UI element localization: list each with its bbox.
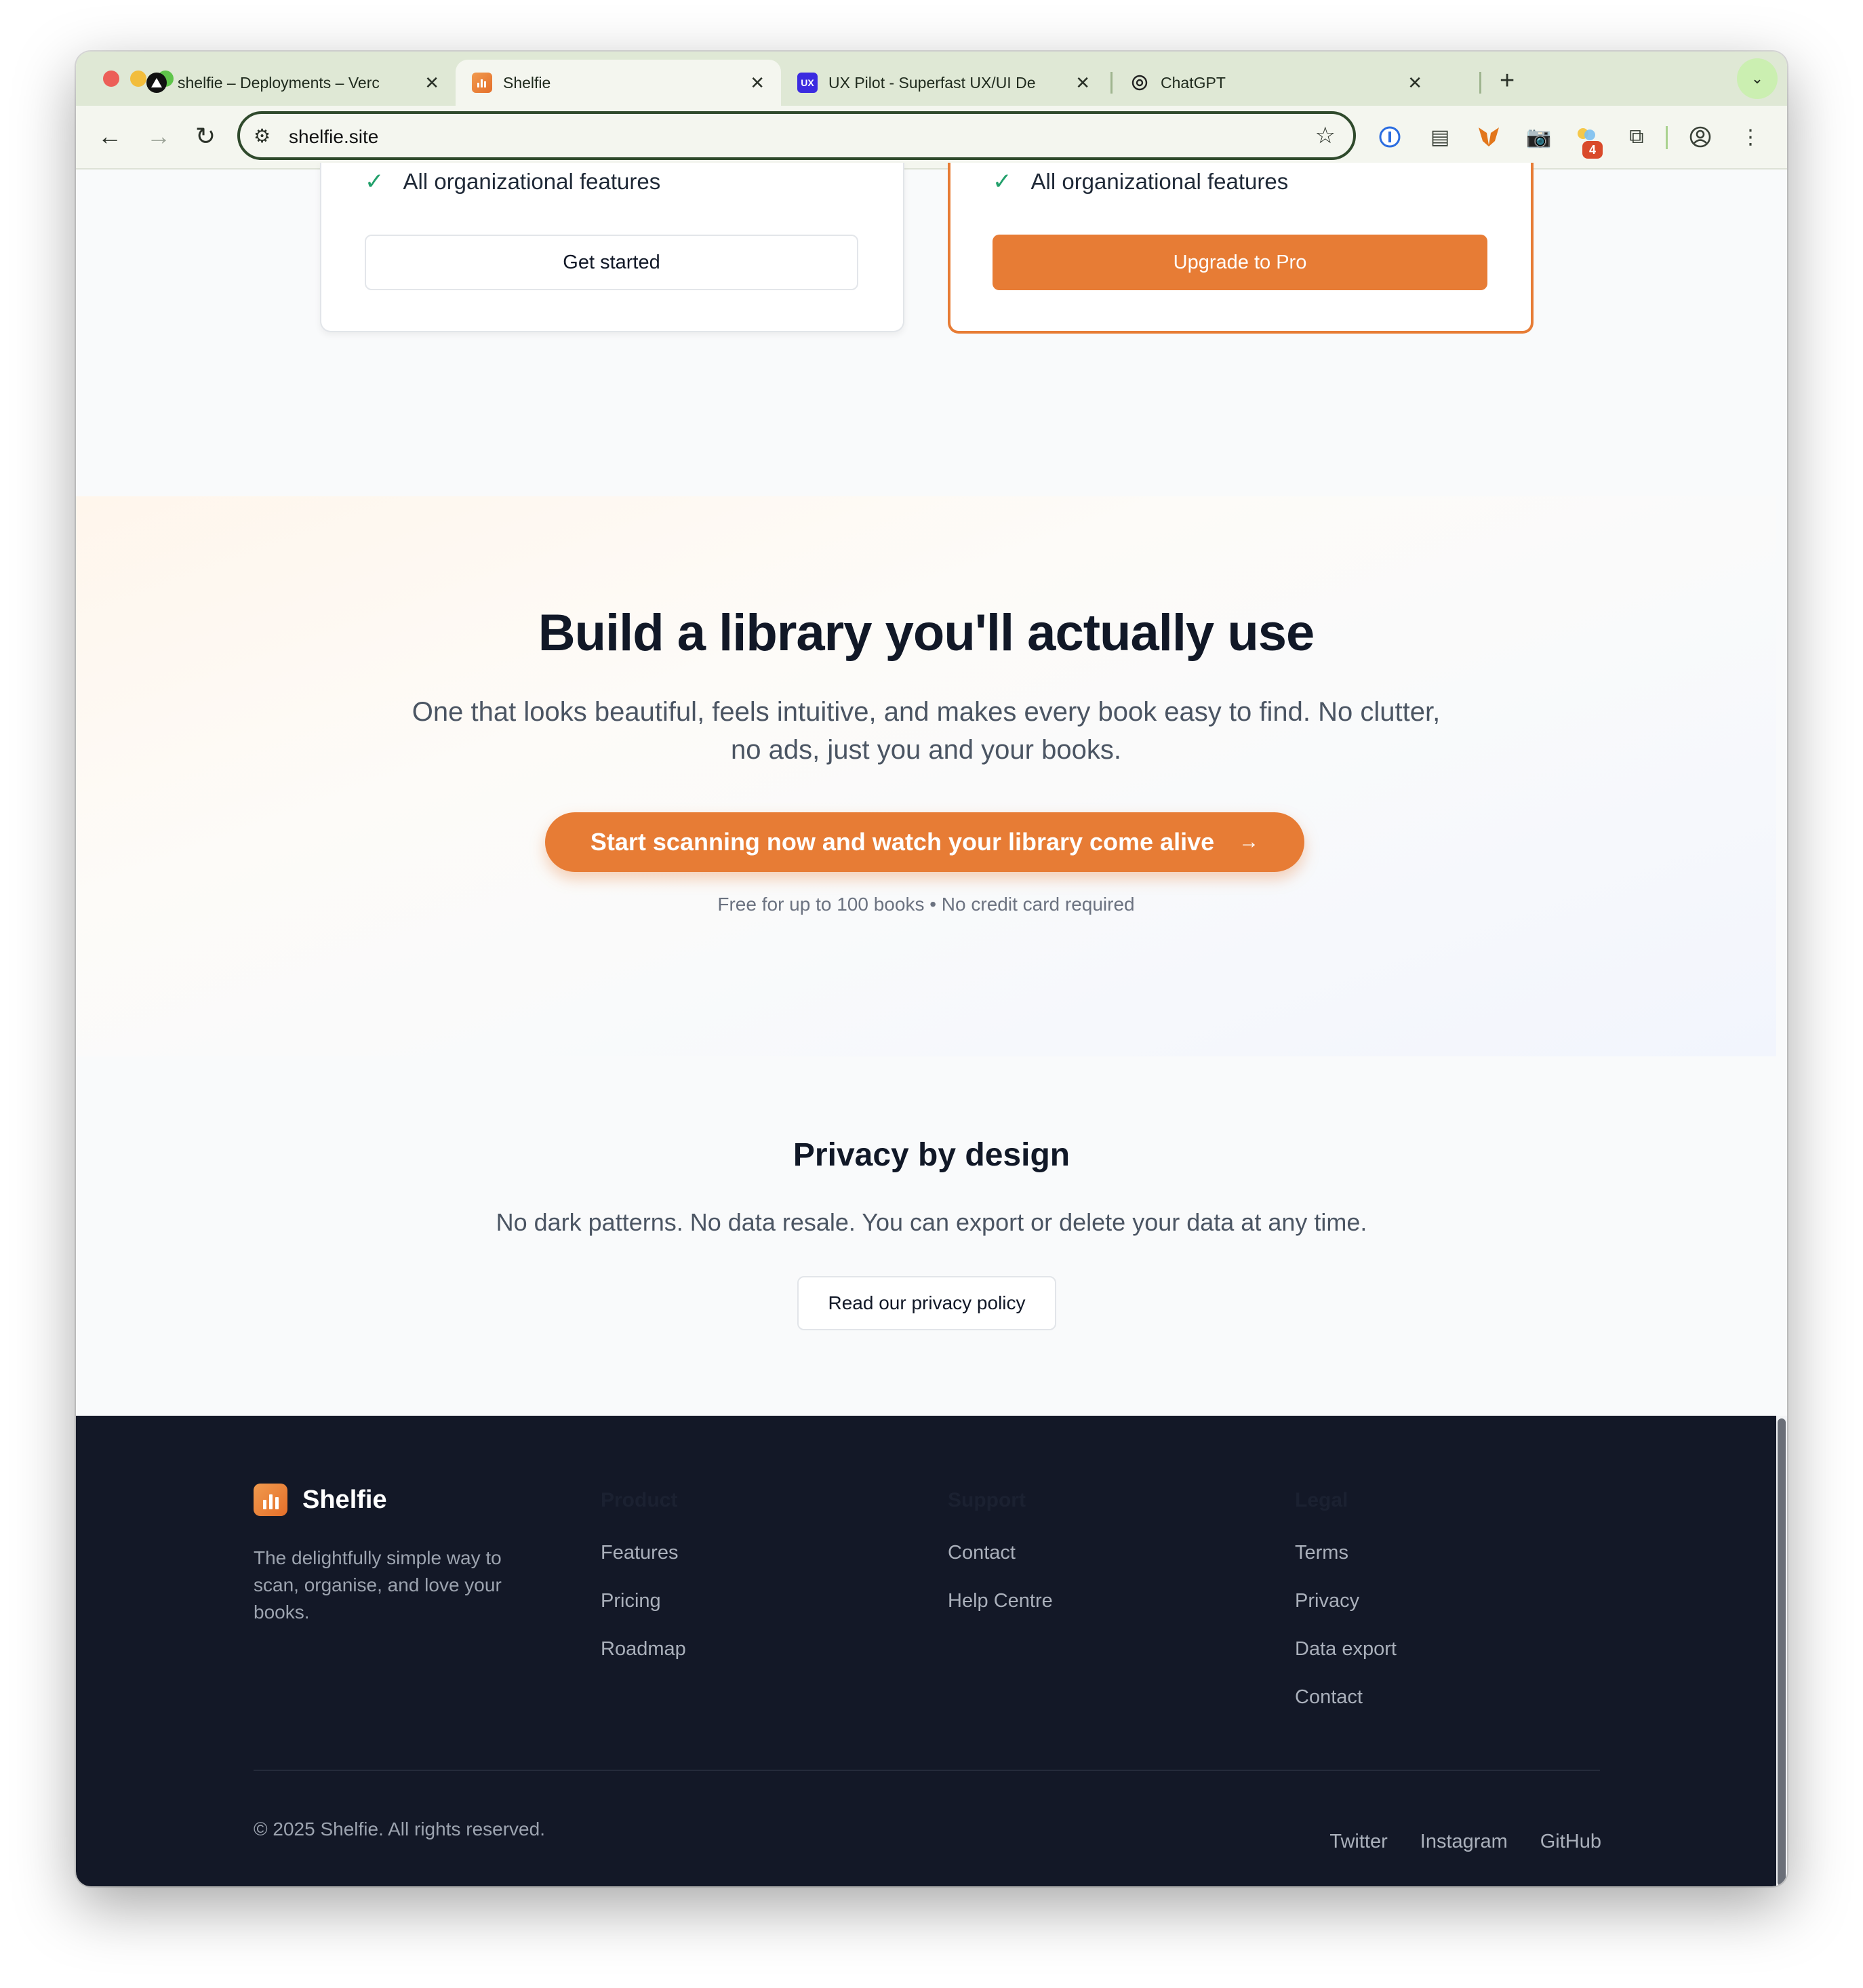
- site-settings-icon[interactable]: ⚙: [254, 125, 271, 147]
- pricing-card-free: ✓ All organizational features Get starte…: [320, 163, 904, 332]
- footer-heading: Product: [601, 1489, 678, 1511]
- url-text: shelfie.site: [289, 126, 379, 147]
- camera-icon[interactable]: 📷: [1526, 125, 1551, 149]
- footer-link-features[interactable]: Features: [601, 1542, 686, 1564]
- pricing-card-pro: ✓ All organizational features Upgrade to…: [948, 163, 1534, 334]
- footer-heading: Legal: [1295, 1489, 1348, 1511]
- close-icon[interactable]: ✕: [1075, 73, 1090, 94]
- check-icon: ✓: [993, 169, 1012, 195]
- arrow-right-icon: →: [1239, 831, 1260, 853]
- shelfie-logo-icon: [254, 1484, 287, 1516]
- tab-shelfie[interactable]: Shelfie ✕: [456, 60, 781, 106]
- footer-link-legal-contact[interactable]: Contact: [1295, 1686, 1397, 1709]
- profile-icon[interactable]: [1688, 125, 1712, 149]
- feature-row: ✓ All organizational features: [365, 168, 660, 195]
- browser-menu-icon[interactable]: ⋮: [1738, 125, 1763, 149]
- toolbar-separator: [1666, 126, 1668, 149]
- footer-link-data-export[interactable]: Data export: [1295, 1638, 1397, 1661]
- tab-separator: [1479, 72, 1481, 94]
- social-links: Twitter Instagram GitHub: [1329, 1831, 1601, 1853]
- reader-icon[interactable]: ▤: [1428, 125, 1452, 149]
- privacy-policy-button[interactable]: Read our privacy policy: [797, 1276, 1056, 1330]
- get-started-button[interactable]: Get started: [365, 235, 858, 290]
- shelfie-icon: [472, 73, 492, 93]
- scrollbar-thumb[interactable]: [1778, 1418, 1786, 1886]
- close-icon[interactable]: ✕: [750, 73, 765, 94]
- site-footer: Shelfie The delightfully simple way to s…: [76, 1416, 1776, 1886]
- feature-row: ✓ All organizational features: [993, 168, 1288, 195]
- social-link-instagram[interactable]: Instagram: [1420, 1831, 1508, 1853]
- footer-divider: [254, 1770, 1600, 1771]
- copyright-text: © 2025 Shelfie. All rights reserved.: [254, 1818, 545, 1840]
- close-window-button[interactable]: [103, 71, 119, 87]
- page-content: ✓ All organizational features Get starte…: [76, 163, 1787, 1886]
- close-icon[interactable]: ✕: [424, 73, 439, 94]
- browser-window: shelfie – Deployments – Verc ✕ Shelfie ✕…: [76, 52, 1787, 1886]
- tab-title: shelfie – Deployments – Verc: [178, 73, 380, 92]
- footer-brand: Shelfie: [302, 1485, 387, 1514]
- footer-link-pricing[interactable]: Pricing: [601, 1590, 686, 1612]
- footer-column-product: Product Features Pricing Roadmap: [601, 1489, 686, 1686]
- check-icon: ✓: [365, 169, 384, 195]
- ux-pilot-icon: UX: [797, 73, 818, 93]
- tab-search-button[interactable]: ⌄: [1737, 58, 1778, 99]
- tab-chatgpt[interactable]: ChatGPT ✕: [1113, 60, 1439, 106]
- social-link-twitter[interactable]: Twitter: [1329, 1831, 1387, 1853]
- close-icon[interactable]: ✕: [1407, 73, 1422, 94]
- new-tab-button[interactable]: +: [1500, 66, 1515, 96]
- cta-subtitle: One that looks beautiful, feels intuitiv…: [412, 697, 1441, 765]
- start-scanning-button[interactable]: Start scanning now and watch your librar…: [545, 812, 1304, 872]
- footer-link-privacy[interactable]: Privacy: [1295, 1590, 1397, 1612]
- privacy-text: No dark patterns. No data resale. You ca…: [496, 1208, 1367, 1236]
- browser-toolbar: ← → ↻ ⚙ shelfie.site ☆ ▤ 📷 4 ⧉ ⋮: [76, 106, 1787, 170]
- footer-logo[interactable]: Shelfie: [254, 1484, 387, 1516]
- tab-title: ChatGPT: [1161, 73, 1226, 92]
- footer-link-contact[interactable]: Contact: [948, 1542, 1053, 1564]
- tab-title: UX Pilot - Superfast UX/UI De: [828, 73, 1036, 92]
- cta-note: Free for up to 100 books • No credit car…: [717, 894, 1135, 915]
- footer-heading: Support: [948, 1489, 1026, 1511]
- extensions-puzzle-icon[interactable]: ⧉: [1624, 125, 1649, 149]
- address-bar[interactable]: ⚙ shelfie.site ☆: [237, 111, 1356, 160]
- start-scanning-label: Start scanning now and watch your librar…: [590, 828, 1215, 856]
- footer-description: The delightfully simple way to scan, org…: [254, 1547, 502, 1623]
- cta-title: Build a library you'll actually use: [538, 604, 1315, 662]
- reload-button[interactable]: ↻: [195, 122, 216, 151]
- social-link-github[interactable]: GitHub: [1540, 1831, 1601, 1853]
- chevron-down-icon: ⌄: [1750, 70, 1764, 87]
- cta-section: Build a library you'll actually use One …: [76, 496, 1776, 1056]
- feature-label: All organizational features: [403, 169, 661, 194]
- tab-strip: shelfie – Deployments – Verc ✕ Shelfie ✕…: [76, 52, 1787, 106]
- footer-link-help-centre[interactable]: Help Centre: [948, 1590, 1053, 1612]
- metamask-icon[interactable]: [1477, 125, 1501, 149]
- tab-separator: [1110, 72, 1113, 94]
- tab-title: Shelfie: [503, 73, 551, 92]
- footer-link-roadmap[interactable]: Roadmap: [601, 1638, 686, 1661]
- footer-link-terms[interactable]: Terms: [1295, 1542, 1397, 1564]
- bookmark-star-icon[interactable]: ☆: [1315, 122, 1336, 149]
- extension-badge: 4: [1582, 141, 1603, 159]
- privacy-title: Privacy by design: [793, 1137, 1070, 1173]
- password-manager-icon[interactable]: [1378, 125, 1402, 149]
- forward-button[interactable]: →: [146, 122, 171, 151]
- vercel-icon: [146, 73, 167, 93]
- footer-column-legal: Legal Terms Privacy Data export Contact: [1295, 1489, 1397, 1734]
- footer-column-support: Support Contact Help Centre: [948, 1489, 1053, 1638]
- upgrade-to-pro-button[interactable]: Upgrade to Pro: [993, 235, 1487, 290]
- tab-ux-pilot[interactable]: UX UX Pilot - Superfast UX/UI De ✕: [781, 60, 1106, 106]
- chatgpt-icon: [1129, 73, 1150, 93]
- tab-vercel[interactable]: shelfie – Deployments – Verc ✕: [130, 60, 456, 106]
- feature-label: All organizational features: [1030, 169, 1289, 194]
- back-button[interactable]: ←: [98, 122, 122, 151]
